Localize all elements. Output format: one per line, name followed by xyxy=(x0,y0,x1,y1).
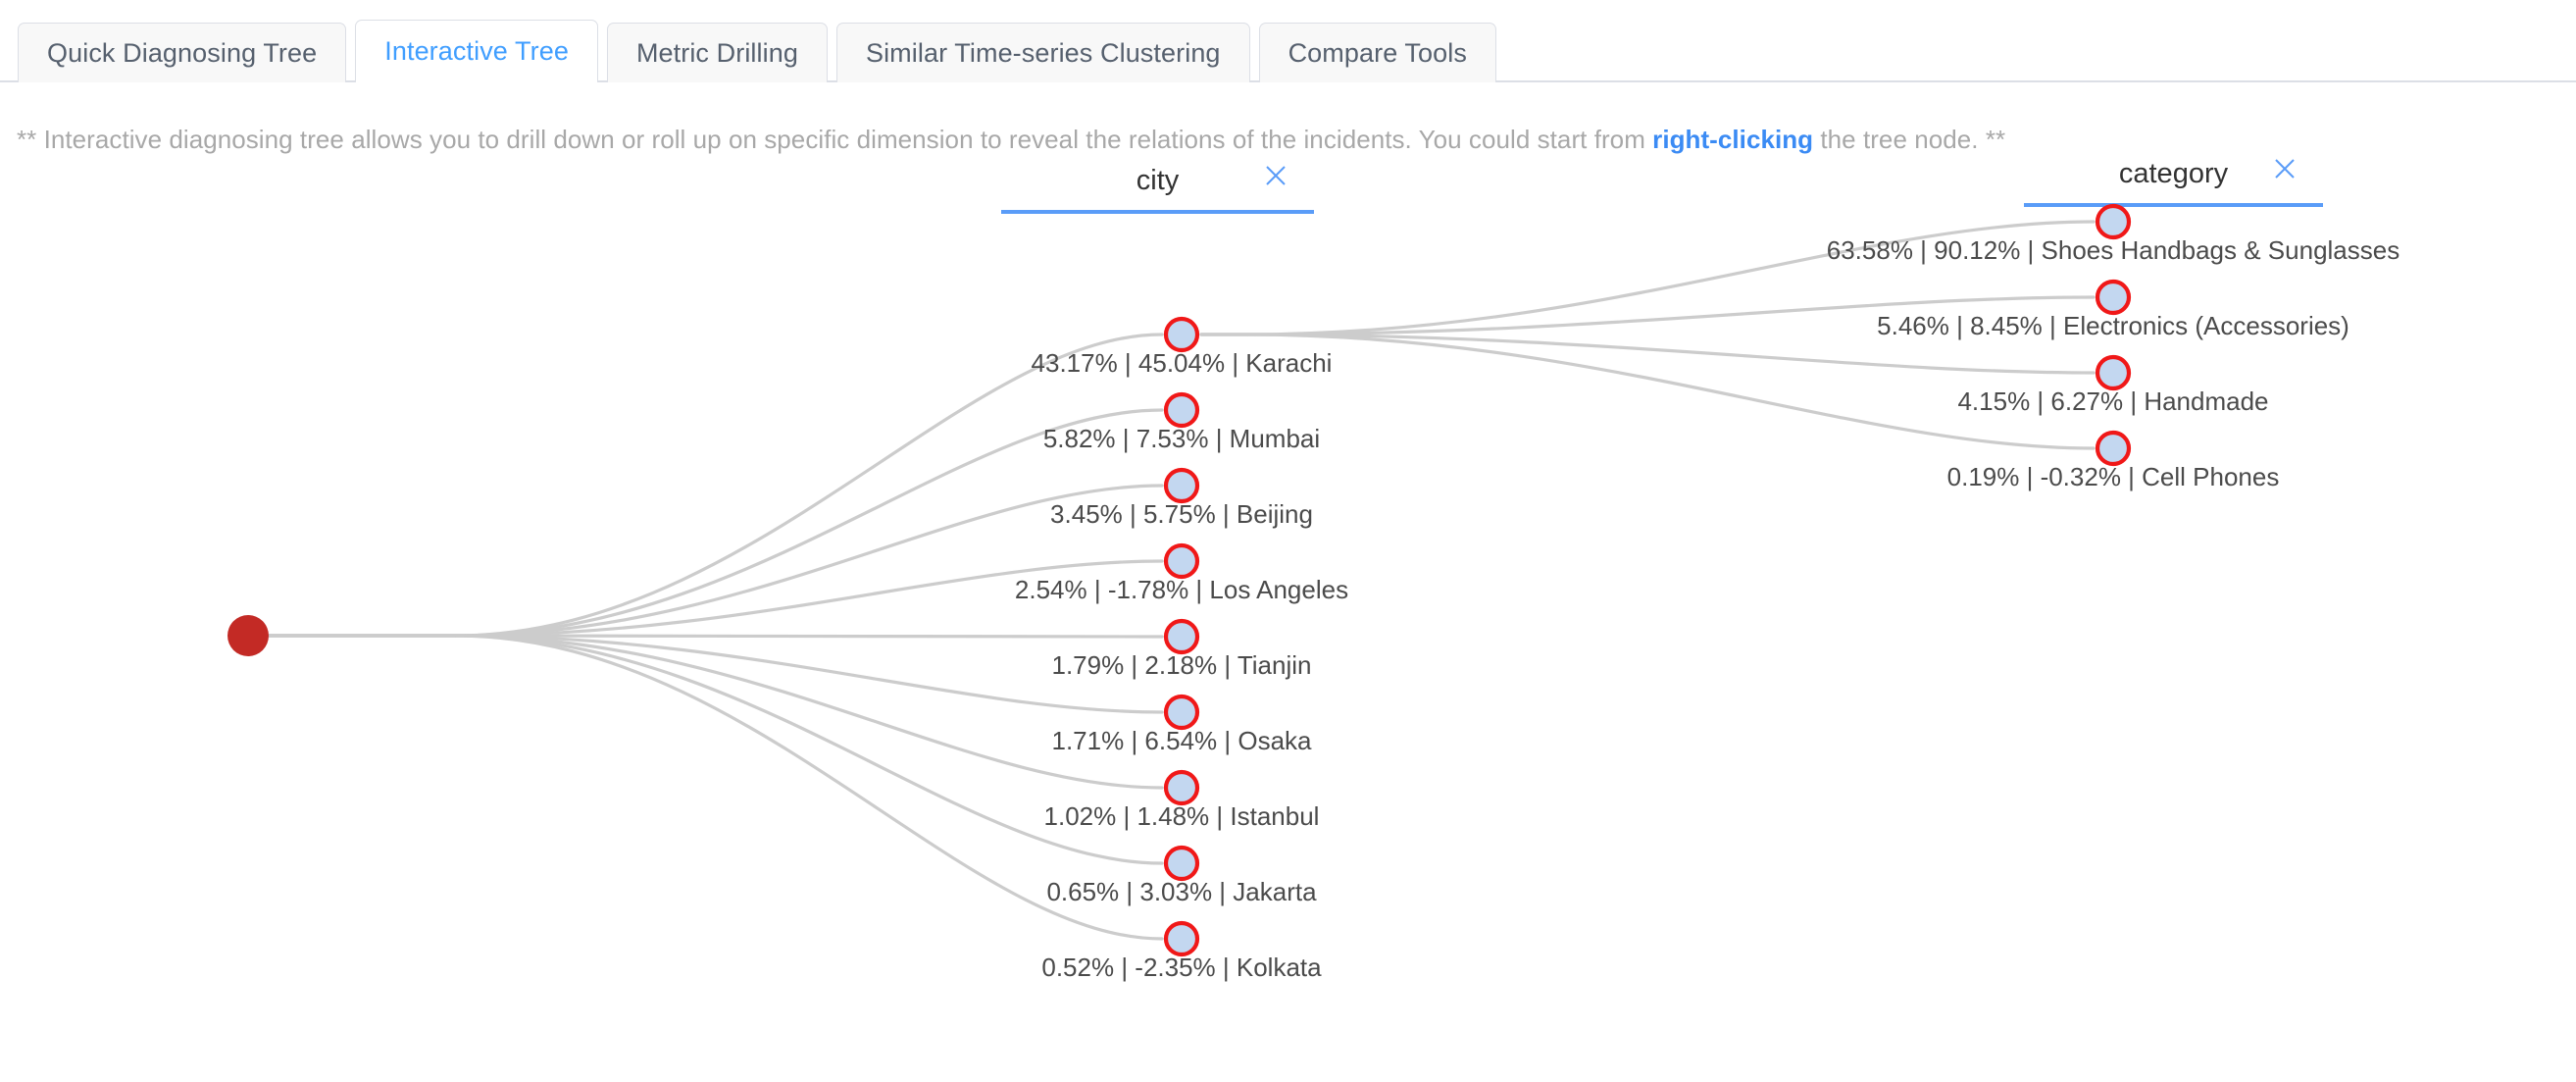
tree-node-label: 1.79% | 2.18% | Tianjin xyxy=(1051,650,1311,680)
tree-node-root[interactable] xyxy=(227,615,269,656)
tree-node-label: 0.19% | -0.32% | Cell Phones xyxy=(1947,462,2280,491)
tree-node-city[interactable]: 1.79% | 2.18% | Tianjin xyxy=(1051,618,1312,680)
tree-link xyxy=(267,484,1164,638)
tree-node-city[interactable]: 0.52% | -2.35% | Kolkata xyxy=(1041,920,1322,982)
tree-node-label: 5.46% | 8.45% | Electronics (Accessories… xyxy=(1877,311,2349,340)
tree-node-label: 0.65% | 3.03% | Jakarta xyxy=(1046,877,1317,906)
tree-link xyxy=(267,634,1164,941)
tree-node-label: 2.54% | -1.78% | Los Angeles xyxy=(1015,575,1348,604)
tab-strip: Quick Diagnosing Tree Interactive Tree M… xyxy=(18,20,1505,84)
tab-similar-time-series-clustering[interactable]: Similar Time-series Clustering xyxy=(835,23,1250,82)
tree-node-city[interactable]: 43.17% | 45.04% | Karachi xyxy=(1032,316,1333,378)
tree-node-label: 1.02% | 1.48% | Istanbul xyxy=(1044,801,1320,831)
tree-nodes: 43.17% | 45.04% | Karachi 5.82% | 7.53% |… xyxy=(227,203,2399,982)
tree-node-city[interactable]: 3.45% | 5.75% | Beijing xyxy=(1050,467,1313,529)
tab-compare-tools[interactable]: Compare Tools xyxy=(1258,23,1496,82)
tree-node-city[interactable]: 2.54% | -1.78% | Los Angeles xyxy=(1015,542,1348,604)
tree-node-label: 0.52% | -2.35% | Kolkata xyxy=(1041,953,1322,982)
interactive-tree-chart[interactable]: 43.17% | 45.04% | Karachi 5.82% | 7.53% |… xyxy=(0,82,2576,1082)
tree-node-category[interactable]: 4.15% | 6.27% | Handmade xyxy=(1957,354,2269,416)
tree-link xyxy=(267,634,1164,790)
tree-node-label: 5.82% | 7.53% | Mumbai xyxy=(1043,424,1320,453)
tab-quick-diagnosing-tree[interactable]: Quick Diagnosing Tree xyxy=(18,23,347,82)
tree-node-city[interactable]: 1.71% | 6.54% | Osaka xyxy=(1052,694,1313,755)
tab-label: Quick Diagnosing Tree xyxy=(47,37,318,68)
tab-bar: Quick Diagnosing Tree Interactive Tree M… xyxy=(0,0,2576,84)
tab-label: Compare Tools xyxy=(1288,37,1467,68)
tab-label: Similar Time-series Clustering xyxy=(865,37,1221,68)
tree-link xyxy=(267,634,1164,865)
tree-node-city[interactable]: 0.65% | 3.03% | Jakarta xyxy=(1046,845,1317,906)
tab-metric-drilling[interactable]: Metric Drilling xyxy=(606,23,828,82)
tree-node-category[interactable]: 5.46% | 8.45% | Electronics (Accessories… xyxy=(1877,279,2349,340)
tree-link xyxy=(267,634,1164,714)
tab-label: Interactive Tree xyxy=(384,36,569,66)
tab-label: Metric Drilling xyxy=(635,37,798,68)
tree-node-label: 43.17% | 45.04% | Karachi xyxy=(1032,348,1333,378)
tree-node-label: 63.58% | 90.12% | Shoes Handbags & Sungl… xyxy=(1827,235,2399,265)
tree-node-label: 3.45% | 5.75% | Beijing xyxy=(1050,499,1313,529)
tree-node-city[interactable]: 5.82% | 7.53% | Mumbai xyxy=(1043,391,1320,453)
tree-node-label: 4.15% | 6.27% | Handmade xyxy=(1957,386,2268,416)
tree-node-label: 1.71% | 6.54% | Osaka xyxy=(1052,726,1313,755)
tree-node-category[interactable]: 63.58% | 90.12% | Shoes Handbags & Sungl… xyxy=(1827,203,2399,265)
tab-interactive-tree[interactable]: Interactive Tree xyxy=(355,20,598,84)
